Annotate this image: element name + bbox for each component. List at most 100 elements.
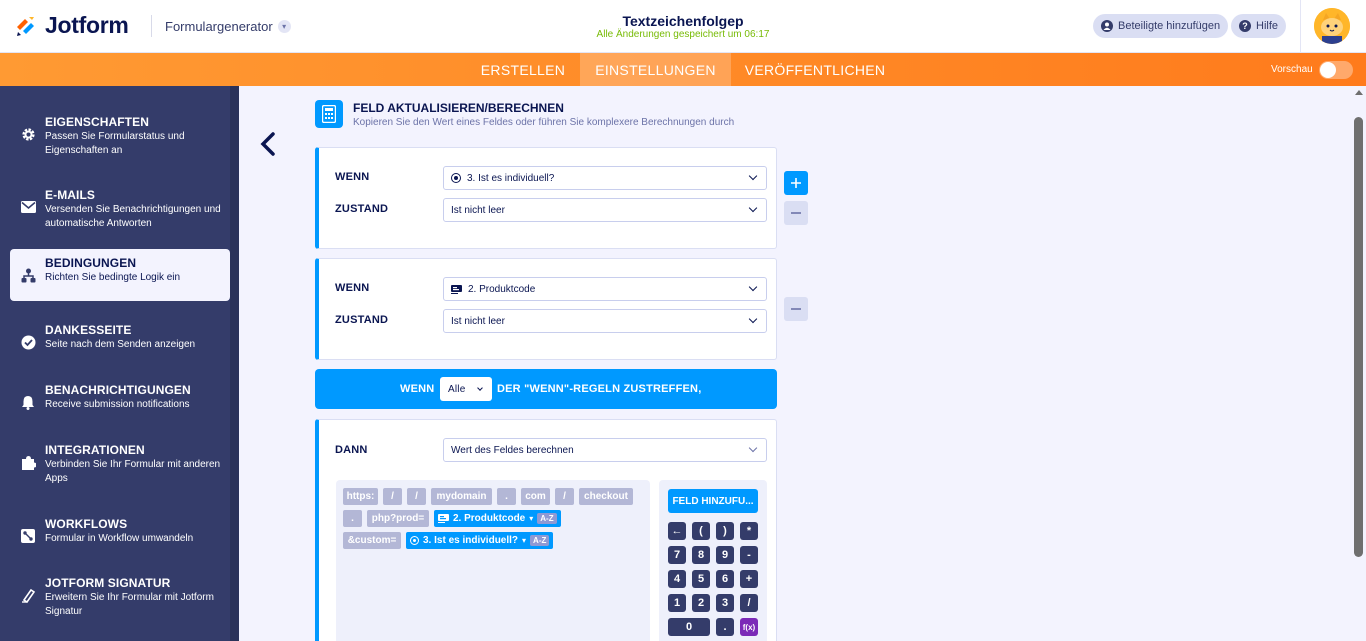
state-select[interactable]: Ist nicht leer — [443, 198, 767, 222]
builder-dropdown[interactable]: Formulargenerator ▾ — [165, 19, 291, 34]
key-multiply[interactable]: * — [740, 522, 758, 540]
jotform-logo[interactable]: Jotform — [14, 12, 129, 39]
condition-subtitle: Kopieren Sie den Wert eines Feldes oder … — [353, 117, 735, 128]
sort-az-badge[interactable]: A-Z — [530, 535, 550, 546]
field-token-productcode[interactable]: 2. Produktcode ▾ A-Z — [434, 510, 561, 527]
add-participants-button[interactable]: Beteiligte hinzufügen — [1093, 14, 1229, 38]
gear-icon — [20, 126, 36, 142]
scroll-up-arrow-icon[interactable] — [1355, 90, 1363, 95]
radio-icon — [410, 536, 419, 545]
code-icon — [451, 284, 462, 294]
sidebar-item-desc: Passen Sie Formularstatus und Eigenschaf… — [45, 131, 185, 156]
workflow-icon — [20, 528, 36, 544]
sidebar-item-emails[interactable]: E-MAILS Versenden Sie Benachrichtigungen… — [10, 181, 230, 233]
chevron-down-icon — [748, 171, 758, 181]
key-close-paren[interactable]: ) — [716, 522, 734, 540]
key-9[interactable]: 9 — [716, 546, 734, 564]
sidebar-item-integrations[interactable]: INTEGRATIONEN Verbinden Sie Ihr Formular… — [10, 436, 230, 488]
field-token-individual[interactable]: 3. Ist es individuell? ▾ A-Z — [406, 532, 554, 549]
tab-publish[interactable]: VERÖFFENTLICHEN — [740, 53, 890, 86]
match-condition-bar: WENN Alle DER "WENN"-REGELN ZUSTREFFEN, — [315, 369, 777, 409]
formula-token[interactable]: / — [383, 488, 402, 505]
formula-token[interactable]: / — [407, 488, 426, 505]
back-button[interactable] — [258, 131, 278, 157]
add-field-button[interactable]: FELD HINZUFU... — [668, 489, 758, 513]
sidebar-item-title: EIGENSCHAFTEN — [45, 115, 149, 129]
sidebar-item-signature[interactable]: JOTFORM SIGNATUR Erweitern Sie Ihr Formu… — [10, 569, 230, 621]
sidebar-item-title: INTEGRATIONEN — [45, 443, 145, 457]
builder-label: Formulargenerator — [165, 19, 273, 34]
sidebar-item-workflows[interactable]: WORKFLOWS Formular in Workflow umwandeln — [10, 510, 230, 562]
formula-token[interactable]: mydomain — [431, 488, 492, 505]
key-1[interactable]: 1 — [668, 594, 686, 612]
remove-rule-button[interactable] — [784, 201, 808, 225]
state-label: ZUSTAND — [335, 203, 389, 215]
sidebar-item-properties[interactable]: EIGENSCHAFTEN Passen Sie Formularstatus … — [10, 108, 230, 160]
condition-title: FELD AKTUALISIEREN/BERECHNEN — [353, 101, 564, 115]
formula-token[interactable]: com — [521, 488, 550, 505]
formula-token[interactable]: / — [555, 488, 574, 505]
sidebar-item-title: JOTFORM SIGNATUR — [45, 576, 171, 590]
sidebar-item-desc: Formular in Workflow umwandeln — [45, 533, 194, 544]
key-3[interactable]: 3 — [716, 594, 734, 612]
caret-down-icon: ▾ — [522, 536, 527, 545]
field-token-label: 2. Produktcode — [453, 513, 526, 524]
sidebar-item-title: E-MAILS — [45, 188, 96, 202]
avatar[interactable] — [1314, 8, 1350, 44]
minus-icon — [791, 308, 801, 310]
key-4[interactable]: 4 — [668, 570, 686, 588]
key-plus[interactable]: + — [740, 570, 758, 588]
field-select-value: 3. Ist es individuell? — [467, 172, 555, 184]
key-function[interactable]: f(x) — [740, 618, 758, 636]
field-token-label: 3. Ist es individuell? — [423, 535, 519, 546]
remove-rule-button[interactable] — [784, 297, 808, 321]
settings-sidebar: EIGENSCHAFTEN Passen Sie Formularstatus … — [0, 86, 239, 641]
formula-editor[interactable]: https: / / mydomain . com / checkout . p… — [336, 480, 650, 641]
match-type-select[interactable]: Alle — [440, 377, 492, 401]
preview-label: Vorschau — [1271, 64, 1313, 75]
field-select[interactable]: 2. Produktcode — [443, 277, 767, 301]
key-minus[interactable]: - — [740, 546, 758, 564]
code-icon — [438, 514, 449, 523]
field-select[interactable]: 3. Ist es individuell? — [443, 166, 767, 190]
help-label: Hilfe — [1256, 20, 1279, 32]
key-6[interactable]: 6 — [716, 570, 734, 588]
state-select[interactable]: Ist nicht leer — [443, 309, 767, 333]
header-divider — [151, 15, 152, 37]
sidebar-item-conditions[interactable]: BEDINGUNGEN Richten Sie bedingte Logik e… — [10, 249, 230, 301]
formula-token[interactable]: https: — [343, 488, 378, 505]
envelope-icon — [20, 199, 36, 215]
formula-token[interactable]: checkout — [579, 488, 633, 505]
add-rule-button[interactable] — [784, 171, 808, 195]
key-divide[interactable]: / — [740, 594, 758, 612]
action-select[interactable]: Wert des Feldes berechnen — [443, 438, 767, 462]
preview-toggle[interactable] — [1319, 61, 1353, 79]
sidebar-scrollbar[interactable] — [230, 86, 239, 641]
rule-card: WENN 3. Ist es individuell? ZUSTAND Ist … — [315, 147, 777, 249]
formula-token[interactable]: php?prod= — [367, 510, 429, 527]
tab-build[interactable]: ERSTELLEN — [473, 53, 573, 86]
key-0[interactable]: 0 — [668, 618, 710, 636]
sidebar-item-notifications[interactable]: BENACHRICHTIGUNGEN Receive submission no… — [10, 376, 230, 428]
calculator-panel: FELD HINZUFU... ← ( ) * 7 8 9 - 4 5 6 + … — [659, 480, 767, 641]
formula-token[interactable]: &custom= — [343, 532, 401, 549]
key-decimal[interactable]: . — [716, 618, 734, 636]
radio-icon — [451, 173, 461, 183]
match-prefix: WENN — [400, 383, 435, 395]
sort-az-badge[interactable]: A-Z — [537, 513, 557, 524]
help-button[interactable]: ? Hilfe — [1231, 14, 1287, 38]
state-label: ZUSTAND — [335, 314, 389, 326]
key-backspace[interactable]: ← — [668, 522, 686, 540]
sidebar-item-thankyou[interactable]: DANKESSEITE Seite nach dem Senden anzeig… — [10, 316, 230, 368]
sidebar-item-desc: Receive submission notifications — [45, 399, 190, 410]
page-scrollbar-thumb[interactable] — [1354, 117, 1363, 557]
formula-token[interactable]: . — [343, 510, 362, 527]
key-2[interactable]: 2 — [692, 594, 710, 612]
tab-settings[interactable]: EINSTELLUNGEN — [580, 53, 731, 86]
chevron-down-icon — [748, 314, 758, 324]
key-8[interactable]: 8 — [692, 546, 710, 564]
key-5[interactable]: 5 — [692, 570, 710, 588]
key-7[interactable]: 7 — [668, 546, 686, 564]
key-open-paren[interactable]: ( — [692, 522, 710, 540]
formula-token[interactable]: . — [497, 488, 516, 505]
